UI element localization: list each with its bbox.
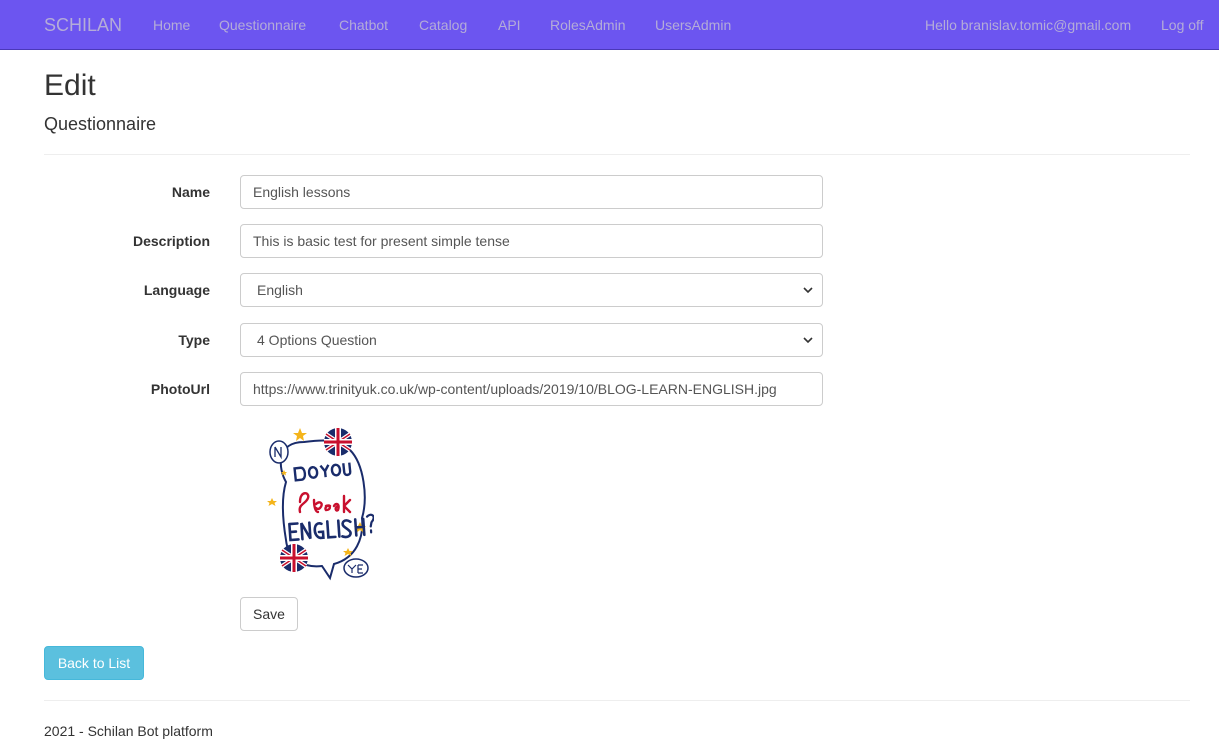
back-to-list-button[interactable]: Back to List (44, 646, 144, 680)
nav-link-catalog[interactable]: Catalog (419, 16, 467, 34)
language-select-value: English (257, 282, 303, 298)
questionnaire-photo (267, 428, 374, 581)
brand-link[interactable]: SCHILAN (44, 14, 122, 36)
nav-link-chatbot[interactable]: Chatbot (339, 16, 388, 34)
footer-text: 2021 - Schilan Bot platform (44, 723, 213, 739)
logoff-link[interactable]: Log off (1161, 16, 1204, 34)
user-greeting-link[interactable]: Hello branislav.tomic@gmail.com (925, 16, 1131, 34)
navbar: SCHILAN Home Questionnaire Chatbot Catal… (0, 0, 1219, 50)
nav-link-usersadmin[interactable]: UsersAdmin (655, 16, 731, 34)
language-label: Language (143, 282, 210, 298)
name-input[interactable] (240, 175, 823, 209)
description-label: Description (132, 233, 210, 249)
description-input[interactable] (240, 224, 823, 258)
photourl-label: PhotoUrl (150, 381, 210, 397)
language-select[interactable]: English (240, 273, 823, 307)
type-select-value: 4 Options Question (257, 332, 377, 348)
name-label: Name (171, 184, 210, 200)
nav-link-api[interactable]: API (498, 16, 521, 34)
page-title: Edit (44, 69, 96, 102)
nav-link-home[interactable]: Home (153, 16, 190, 34)
nav-link-rolesadmin[interactable]: RolesAdmin (550, 16, 625, 34)
photourl-input[interactable] (240, 372, 823, 406)
save-button[interactable]: Save (240, 597, 298, 631)
chevron-down-icon (803, 337, 813, 344)
footer-divider (44, 700, 1190, 701)
section-divider (44, 154, 1190, 155)
type-select[interactable]: 4 Options Question (240, 323, 823, 357)
uk-flag-icon (324, 428, 352, 456)
uk-flag-icon (280, 544, 308, 572)
nav-link-questionnaire[interactable]: Questionnaire (219, 16, 306, 34)
page-subtitle: Questionnaire (44, 114, 157, 134)
chevron-down-icon (803, 287, 813, 294)
type-label: Type (178, 332, 210, 348)
